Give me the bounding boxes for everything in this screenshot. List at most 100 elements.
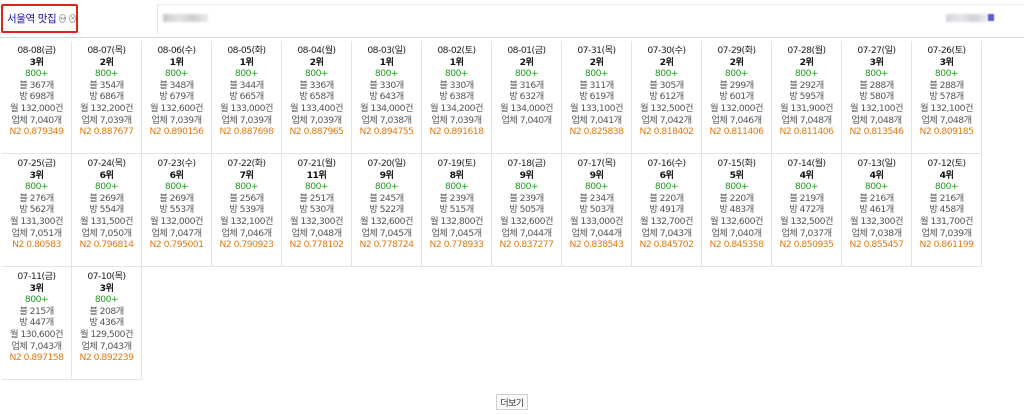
cell-n2-score: N2 0.879349 bbox=[9, 126, 64, 138]
cell-count: 800+ bbox=[864, 68, 889, 80]
cell-blog-count: 블 220개 bbox=[649, 192, 684, 204]
cell-rank: 2위 bbox=[99, 56, 114, 68]
cell-rank: 2위 bbox=[309, 56, 324, 68]
cell-date: 07-11(금) bbox=[17, 271, 56, 282]
cell-count: 800+ bbox=[164, 68, 189, 80]
cell-count: 800+ bbox=[724, 181, 749, 193]
cell-blog-count: 블 220개 bbox=[719, 192, 754, 204]
cell-date: 07-29(화) bbox=[717, 45, 756, 56]
stat-cell: 07-19(토) 8위 800+ 블 239개 방 515개 월 132,800건 업체 7… bbox=[422, 154, 492, 267]
cell-monthly-searches: 월 129,500건 bbox=[80, 328, 133, 340]
cell-blog-count: 블 336개 bbox=[299, 79, 334, 91]
cell-cafe-count: 방 458개 bbox=[929, 204, 964, 216]
stat-cell: 08-05(화) 1위 800+ 블 344개 방 665개 월 133,000건 업체 7… bbox=[212, 41, 282, 154]
cell-blog-count: 블 367개 bbox=[19, 79, 54, 91]
stat-cell: 07-31(목) 2위 800+ 블 311개 방 619개 월 133,100건 업체 7… bbox=[562, 41, 632, 154]
cell-date: 08-01(금) bbox=[507, 45, 546, 56]
cell-cafe-count: 방 595개 bbox=[789, 91, 824, 103]
cell-count: 800+ bbox=[164, 181, 189, 193]
cell-cafe-count: 방 619개 bbox=[579, 91, 614, 103]
cell-count: 800+ bbox=[584, 181, 609, 193]
cell-rank: 9위 bbox=[519, 169, 534, 181]
cell-rank: 3위 bbox=[939, 56, 954, 68]
cell-blog-count: 블 330개 bbox=[369, 79, 404, 91]
cell-company-count: 업체 7,039개 bbox=[431, 114, 482, 126]
cell-monthly-searches: 월 131,900건 bbox=[780, 102, 833, 114]
cell-company-count: 업체 7,041개 bbox=[571, 114, 622, 126]
stat-cell: 07-10(목) 3위 800+ 블 208개 방 436개 월 129,500건 업체 7… bbox=[72, 267, 142, 380]
cell-rank: 2위 bbox=[589, 56, 604, 68]
cell-cafe-count: 방 515개 bbox=[439, 204, 474, 216]
cell-count: 800+ bbox=[584, 68, 609, 80]
stat-cell: 07-20(일) 9위 800+ 블 245개 방 522개 월 132,600건 업체 7… bbox=[352, 154, 422, 267]
cell-count: 800+ bbox=[724, 68, 749, 80]
cell-cafe-count: 방 554개 bbox=[89, 204, 124, 216]
cell-blog-count: 블 276개 bbox=[19, 192, 54, 204]
cell-blog-count: 블 316개 bbox=[509, 79, 544, 91]
cell-monthly-searches: 월 132,000건 bbox=[10, 102, 63, 114]
cell-company-count: 업체 7,047개 bbox=[151, 227, 202, 239]
cell-monthly-searches: 월 132,800건 bbox=[430, 215, 483, 227]
cell-rank: 4위 bbox=[939, 169, 954, 181]
cell-company-count: 업체 7,037개 bbox=[781, 227, 832, 239]
cell-cafe-count: 방 578개 bbox=[929, 91, 964, 103]
cell-cafe-count: 방 530개 bbox=[299, 204, 334, 216]
daily-stats-grid: 08-08(금) 3위 800+ 블 367개 방 698개 월 132,000건 업체 7… bbox=[2, 41, 1010, 380]
cell-count: 800+ bbox=[934, 68, 959, 80]
cell-blog-count: 블 292개 bbox=[789, 79, 824, 91]
cell-blog-count: 블 348개 bbox=[159, 79, 194, 91]
cell-cafe-count: 방 612개 bbox=[649, 91, 684, 103]
cell-monthly-searches: 월 131,500건 bbox=[80, 215, 133, 227]
keyword-tag[interactable]: 서울역 맛집 ↔ × bbox=[1, 4, 78, 33]
cell-rank: 2위 bbox=[659, 56, 674, 68]
cell-count: 800+ bbox=[794, 68, 819, 80]
cell-count: 800+ bbox=[444, 181, 469, 193]
cell-n2-score: N2 0.845358 bbox=[709, 239, 764, 251]
cell-company-count: 업체 7,043개 bbox=[81, 340, 132, 352]
scrollbar[interactable] bbox=[1013, 41, 1024, 415]
cell-date: 07-19(토) bbox=[437, 158, 476, 169]
more-button[interactable]: 더보기 bbox=[496, 394, 528, 410]
cell-monthly-searches: 월 132,100건 bbox=[850, 102, 903, 114]
cell-blog-count: 블 245개 bbox=[369, 192, 404, 204]
swap-icon[interactable]: ↔ bbox=[59, 14, 67, 23]
cell-rank: 1위 bbox=[379, 56, 394, 68]
cell-cafe-count: 방 601개 bbox=[719, 91, 754, 103]
cell-cafe-count: 방 665개 bbox=[229, 91, 264, 103]
stat-cell: 08-02(토) 1위 800+ 블 330개 방 638개 월 134,200건 업체 7… bbox=[422, 41, 492, 154]
cell-blog-count: 블 311개 bbox=[579, 79, 614, 91]
cell-monthly-searches: 월 132,000건 bbox=[710, 102, 763, 114]
cell-cafe-count: 방 686개 bbox=[89, 91, 124, 103]
cell-blog-count: 블 288개 bbox=[859, 79, 894, 91]
cell-monthly-searches: 월 132,500건 bbox=[640, 102, 693, 114]
cell-cafe-count: 방 483개 bbox=[719, 204, 754, 216]
cell-cafe-count: 방 580개 bbox=[859, 91, 894, 103]
cell-n2-score: N2 0.838543 bbox=[569, 239, 624, 251]
cell-blog-count: 블 251개 bbox=[299, 192, 334, 204]
cell-company-count: 업체 7,039개 bbox=[81, 114, 132, 126]
cell-count: 800+ bbox=[794, 181, 819, 193]
cell-company-count: 업체 7,039개 bbox=[151, 114, 202, 126]
cell-n2-score: N2 0.80583 bbox=[12, 239, 61, 251]
blurred-text bbox=[163, 14, 208, 22]
cell-n2-score: N2 0.850935 bbox=[779, 239, 834, 251]
cell-count: 800+ bbox=[654, 181, 679, 193]
cell-n2-score: N2 0.825838 bbox=[569, 126, 624, 138]
stat-cell: 07-22(화) 7위 800+ 블 256개 방 539개 월 132,100건 업체 7… bbox=[212, 154, 282, 267]
close-icon[interactable]: × bbox=[69, 14, 77, 23]
cell-date: 07-21(월) bbox=[297, 158, 336, 169]
cell-rank: 8위 bbox=[449, 169, 464, 181]
cell-monthly-searches: 월 132,300건 bbox=[850, 215, 903, 227]
cell-rank: 6위 bbox=[99, 169, 114, 181]
cell-rank: 2위 bbox=[519, 56, 534, 68]
cell-n2-score: N2 0.891618 bbox=[429, 126, 484, 138]
cell-date: 07-30(수) bbox=[647, 45, 686, 56]
cell-n2-score: N2 0.887677 bbox=[79, 126, 134, 138]
cell-monthly-searches: 월 132,200건 bbox=[80, 102, 133, 114]
cell-blog-count: 블 288개 bbox=[929, 79, 964, 91]
cell-monthly-searches: 월 132,100건 bbox=[920, 102, 973, 114]
cell-count: 800+ bbox=[234, 181, 259, 193]
stat-cell: 07-28(월) 2위 800+ 블 292개 방 595개 월 131,900건 업체 7… bbox=[772, 41, 842, 154]
cell-date: 07-24(목) bbox=[87, 158, 126, 169]
cell-n2-score: N2 0.811406 bbox=[709, 126, 764, 138]
